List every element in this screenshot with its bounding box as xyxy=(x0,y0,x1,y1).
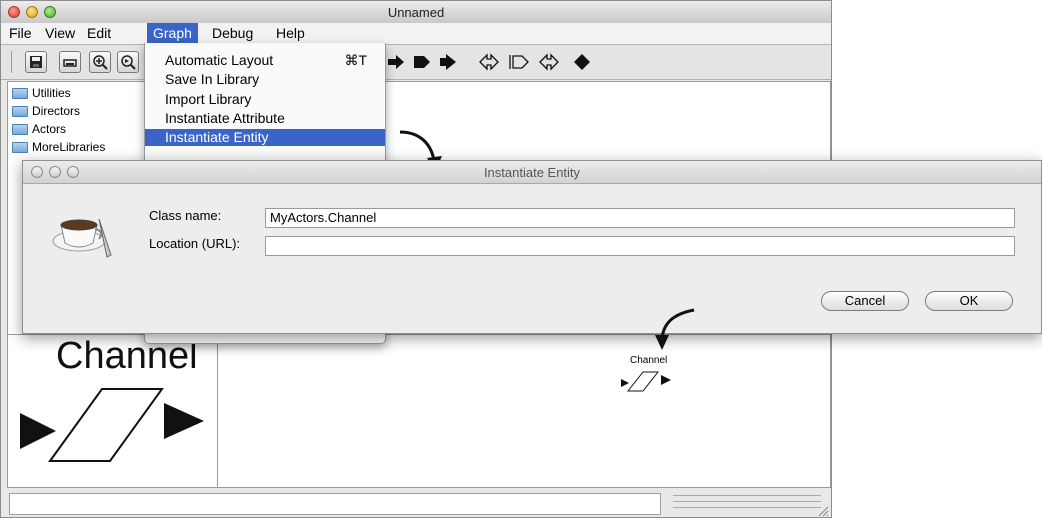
callout-arrow-icon-2 xyxy=(655,308,695,350)
window-title: Unnamed xyxy=(387,5,445,20)
menu-bar: File View Edit Graph Debug Help xyxy=(1,23,831,45)
menu-item-save-in-library[interactable]: Save In Library xyxy=(145,71,385,88)
menu-item-import-library[interactable]: Import Library xyxy=(145,91,385,108)
double-arrow-outline-icon-2[interactable] xyxy=(539,53,559,74)
title-bar[interactable]: Unnamed xyxy=(1,1,831,24)
zoom-reset-button[interactable] xyxy=(117,51,139,73)
tree-item-actors[interactable]: Actors xyxy=(12,121,66,138)
menu-help[interactable]: Help xyxy=(270,23,311,44)
class-name-label: Class name: xyxy=(149,208,222,223)
toolbar xyxy=(1,45,831,80)
menu-item-automatic-layout[interactable]: Automatic Layout ⌘T xyxy=(145,52,385,69)
java-coffee-cup-icon xyxy=(52,218,112,258)
double-arrow-outline-icon[interactable] xyxy=(479,53,499,74)
channel-small-label: Channel xyxy=(630,355,668,366)
zoom-in-icon xyxy=(93,55,108,70)
save-icon xyxy=(30,56,42,68)
status-bar xyxy=(9,493,661,515)
toolbar-grip xyxy=(11,51,12,73)
cancel-button[interactable]: Cancel xyxy=(821,291,909,311)
folder-icon xyxy=(12,106,28,117)
dialog-title: Instantiate Entity xyxy=(483,165,581,180)
folder-icon xyxy=(12,124,28,135)
tree-item-label: Actors xyxy=(32,122,67,136)
zoom-reset-icon xyxy=(121,55,136,70)
arrow-right-icon[interactable] xyxy=(387,53,405,74)
folder-icon xyxy=(12,142,28,153)
graph-canvas-lower[interactable]: Channel xyxy=(217,334,831,488)
ok-button[interactable]: OK xyxy=(925,291,1013,311)
print-icon xyxy=(63,59,77,67)
folder-icon xyxy=(12,88,28,99)
location-url-field[interactable] xyxy=(265,236,1015,256)
tree-item-directors[interactable]: Directors xyxy=(12,103,80,120)
status-divider xyxy=(673,495,821,496)
flag-outline-icon[interactable] xyxy=(509,53,529,74)
menu-shortcut: ⌘T xyxy=(344,52,367,68)
tree-item-utilities[interactable]: Utilities xyxy=(12,85,71,102)
menu-view[interactable]: View xyxy=(39,23,81,44)
zoom-in-button[interactable] xyxy=(89,51,111,73)
resize-grip-icon[interactable] xyxy=(817,505,829,517)
status-divider xyxy=(673,501,821,502)
menu-graph[interactable]: Graph xyxy=(147,23,198,44)
status-divider xyxy=(673,507,821,508)
flag-arrow-icon[interactable] xyxy=(413,53,431,74)
diamond-icon[interactable] xyxy=(573,53,591,74)
navigation-panel[interactable]: Channel xyxy=(7,334,219,488)
instantiate-entity-dialog: Instantiate Entity Class name: MyActors.… xyxy=(22,160,1042,334)
menu-debug[interactable]: Debug xyxy=(206,23,259,44)
print-button[interactable] xyxy=(59,51,81,73)
menu-item-label: Automatic Layout xyxy=(165,52,274,68)
tree-item-label: Directors xyxy=(32,104,81,118)
channel-actor-icon[interactable] xyxy=(619,369,677,393)
menu-edit[interactable]: Edit xyxy=(81,23,117,44)
block-arrow-icon[interactable] xyxy=(439,53,457,74)
location-url-label: Location (URL): xyxy=(149,236,241,251)
menu-item-instantiate-entity[interactable]: Instantiate Entity xyxy=(145,129,385,146)
dialog-title-bar[interactable]: Instantiate Entity xyxy=(23,161,1041,184)
channel-big-icon xyxy=(20,388,204,462)
menu-item-instantiate-attribute[interactable]: Instantiate Attribute xyxy=(145,110,385,127)
tree-item-morelibraries[interactable]: MoreLibraries xyxy=(12,139,105,156)
tree-item-label: Utilities xyxy=(32,86,71,100)
tree-item-label: MoreLibraries xyxy=(32,140,106,154)
class-name-field[interactable]: MyActors.Channel xyxy=(265,208,1015,228)
menu-file[interactable]: File xyxy=(3,23,38,44)
save-button[interactable] xyxy=(25,51,47,73)
